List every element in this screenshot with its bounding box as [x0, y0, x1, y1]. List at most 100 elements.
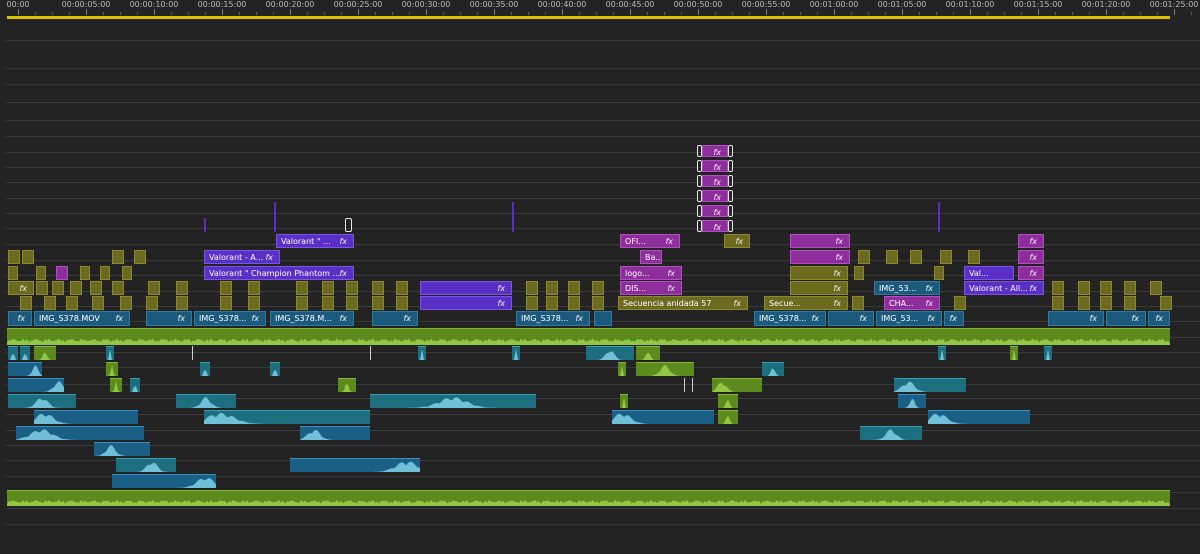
audio-clip[interactable]: [106, 362, 118, 376]
audio-clip[interactable]: [176, 394, 236, 408]
timeline-clip[interactable]: [854, 266, 864, 280]
timeline-clip[interactable]: fx: [944, 311, 964, 326]
timeline-clip[interactable]: [112, 281, 124, 295]
timeline-clip[interactable]: [134, 250, 146, 264]
audio-clip[interactable]: [110, 378, 122, 392]
clip-edge-bracket[interactable]: [345, 218, 352, 232]
clip-edge-bracket[interactable]: [728, 205, 733, 217]
timeline-clip[interactable]: [568, 296, 580, 310]
audio-clip[interactable]: [860, 426, 922, 440]
timeline-clip[interactable]: [296, 296, 308, 310]
timeline-clip[interactable]: Val...: [964, 266, 1014, 280]
audio-clip[interactable]: [338, 378, 356, 392]
timeline-clip[interactable]: [248, 296, 260, 310]
timeline-clip[interactable]: [1124, 281, 1136, 295]
timeline-clip[interactable]: [346, 296, 358, 310]
audio-clip[interactable]: [712, 378, 762, 392]
audio-clip[interactable]: [200, 362, 210, 376]
timeline-clip[interactable]: fx: [1148, 311, 1170, 326]
timeline-clip[interactable]: fx: [1106, 311, 1146, 326]
timeline-clip[interactable]: [36, 266, 46, 280]
timeline-clip[interactable]: [968, 250, 980, 264]
timeline-clip[interactable]: [1124, 296, 1136, 310]
timeline-clip[interactable]: [112, 250, 124, 264]
timeline-clip[interactable]: fx: [372, 311, 418, 326]
timeline-clip[interactable]: DIS... fx: [620, 281, 682, 295]
timeline-clip[interactable]: [568, 281, 580, 295]
timeline-clip[interactable]: fx: [702, 145, 728, 157]
timeline-clip[interactable]: [372, 296, 384, 310]
audio-clip[interactable]: [636, 346, 660, 360]
timeline-clip[interactable]: [594, 311, 612, 326]
audio-clip[interactable]: [106, 346, 114, 360]
audio-clip[interactable]: [34, 346, 56, 360]
timeline-clip[interactable]: [852, 296, 864, 310]
timeline-clip[interactable]: [592, 281, 604, 295]
timeline-clip[interactable]: [322, 281, 334, 295]
clip-edge-bracket[interactable]: [697, 190, 702, 202]
clip-edge-bracket[interactable]: [728, 145, 733, 157]
timeline-clip[interactable]: [1052, 296, 1064, 310]
audio-clip[interactable]: [1010, 346, 1018, 360]
clip-nested-sequence[interactable]: Secuencia anidada 57 fx: [618, 296, 748, 310]
timeline-clip[interactable]: [90, 281, 102, 295]
timeline-clip[interactable]: fx: [702, 205, 728, 217]
timeline-clip[interactable]: IMG_53... fx: [876, 311, 942, 326]
timeline-clip[interactable]: [220, 296, 232, 310]
clip-edge-bracket[interactable]: [728, 160, 733, 172]
timeline-clip[interactable]: fx: [702, 175, 728, 187]
audio-clip[interactable]: [718, 394, 738, 408]
clip-edge-bracket[interactable]: [697, 145, 702, 157]
timeline-clip[interactable]: [176, 296, 188, 310]
audio-clip[interactable]: [94, 442, 150, 456]
audio-clip[interactable]: [112, 474, 216, 488]
audio-clip[interactable]: [204, 410, 370, 424]
timeline-clip[interactable]: fx: [420, 296, 512, 310]
audio-clip[interactable]: [130, 378, 140, 392]
audio-clip[interactable]: [116, 458, 176, 472]
timeline-clip[interactable]: [1052, 281, 1064, 295]
clip-valorant-champion[interactable]: Valorant " Champion Phantom ... fx: [204, 266, 354, 280]
audio-clip[interactable]: [894, 378, 966, 392]
audio-clip[interactable]: [7, 490, 1170, 506]
timeline-clip[interactable]: [248, 281, 260, 295]
timeline-clip[interactable]: [1160, 296, 1172, 310]
timeline-clip[interactable]: [120, 296, 132, 310]
timeline-clip[interactable]: fx: [790, 250, 850, 264]
audio-clip[interactable]: [8, 362, 42, 376]
clip-edge-bracket[interactable]: [697, 205, 702, 217]
timeline-clip[interactable]: fx: [8, 281, 34, 295]
timeline-clip[interactable]: fx: [146, 311, 192, 326]
timeline-clip[interactable]: [66, 296, 78, 310]
audio-clip[interactable]: [512, 346, 520, 360]
timeline-clip[interactable]: IMG_S378... fx: [516, 311, 590, 326]
audio-clip[interactable]: [270, 362, 280, 376]
clip-edge-bracket[interactable]: [728, 175, 733, 187]
timeline-clip[interactable]: fx: [420, 281, 512, 295]
timeline-clip[interactable]: [8, 250, 20, 264]
timeline-clip[interactable]: [146, 296, 158, 310]
timeline-clip[interactable]: [934, 266, 944, 280]
timeline-clip[interactable]: [1100, 296, 1112, 310]
audio-clip[interactable]: [612, 410, 714, 424]
clip-edge-bracket[interactable]: [728, 220, 733, 232]
timeline-clip[interactable]: [8, 266, 18, 280]
timeline-clip[interactable]: [526, 281, 538, 295]
timeline-clip[interactable]: fx: [790, 266, 848, 280]
timeline-clip[interactable]: fx: [790, 281, 848, 295]
timeline-clip[interactable]: OFI... fx: [620, 234, 680, 248]
audio-clip[interactable]: [618, 362, 626, 376]
audio-clip[interactable]: [938, 346, 946, 360]
timeline-clip[interactable]: Valorant - All... fx: [964, 281, 1044, 295]
timeline-clip[interactable]: [396, 296, 408, 310]
timeline-clip[interactable]: [954, 296, 966, 310]
timeline-clip[interactable]: [176, 281, 188, 295]
timeline-clip[interactable]: IMG_S378... fx: [754, 311, 826, 326]
timeline-clip[interactable]: [886, 250, 898, 264]
audio-clip[interactable]: [418, 346, 426, 360]
timeline-clip[interactable]: fx: [702, 220, 728, 232]
timeline-clip[interactable]: [1078, 281, 1090, 295]
clip-edge-bracket[interactable]: [728, 190, 733, 202]
timeline-clip[interactable]: [70, 281, 82, 295]
timeline-clip[interactable]: [1078, 296, 1090, 310]
